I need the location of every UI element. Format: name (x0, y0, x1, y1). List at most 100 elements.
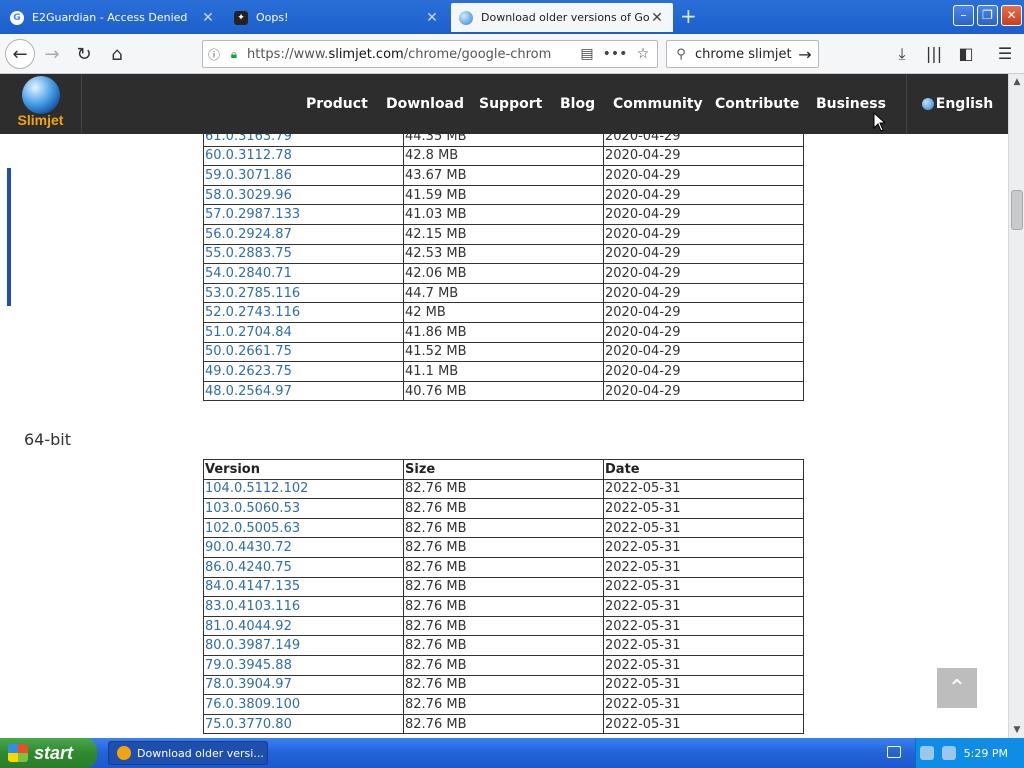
version-download-link[interactable]: 78.0.3904.97 (205, 677, 292, 692)
bookmark-star-icon[interactable]: ☆ (629, 46, 657, 62)
language-label: English (935, 96, 994, 112)
hamburger-menu-icon[interactable]: ☰ (994, 44, 1016, 63)
close-tab-icon[interactable]: ✕ (200, 10, 216, 26)
table-row: 49.0.2623.75 41.1 MB 2020-04-29 (203, 361, 804, 382)
address-bar[interactable]: ⓘ 🔒︎ https://www.slimjet.com/chrome/goog… (202, 40, 658, 68)
scroll-up-arrow-icon[interactable]: ▲ (1009, 74, 1024, 90)
url-text[interactable]: https://www.slimjet.com/chrome/google-ch… (243, 47, 573, 62)
size-cell: 42.15 MB (403, 223, 604, 245)
left-accent-bar (7, 168, 11, 306)
size-cell: 42.8 MB (403, 145, 604, 167)
version-download-link[interactable]: 52.0.2743.116 (205, 305, 300, 320)
version-download-link[interactable]: 59.0.3071.86 (205, 168, 292, 183)
tab-download-older-versions[interactable]: Download older versions of Google ✕ (451, 3, 673, 32)
menu-business[interactable]: Business (816, 96, 886, 112)
table-row: 54.0.2840.71 42.06 MB 2020-04-29 (203, 263, 804, 284)
scroll-down-arrow-icon[interactable]: ▼ (1009, 722, 1024, 738)
close-window-icon[interactable]: ✕ (1001, 5, 1022, 26)
minimize-icon[interactable]: – (953, 5, 974, 26)
version-download-link[interactable]: 50.0.2661.75 (205, 344, 292, 359)
reload-icon[interactable]: ↻ (70, 40, 98, 68)
scrollbar-thumb[interactable] (1011, 190, 1023, 230)
table-header-row: Version Size Date (203, 459, 804, 480)
lock-icon[interactable]: 🔒︎ (225, 47, 243, 62)
version-download-link[interactable]: 90.0.4430.72 (205, 540, 292, 555)
date-cell: 2022-05-31 (603, 615, 804, 637)
size-cell: 82.76 MB (403, 478, 604, 500)
version-cell: 79.0.3945.88 (203, 654, 404, 676)
library-icon[interactable]: ||| (923, 44, 945, 63)
globe-favicon-icon (459, 10, 473, 25)
menu-download[interactable]: Download (386, 96, 464, 112)
forward-arrow-icon[interactable]: → (38, 40, 66, 68)
version-download-link[interactable]: 76.0.3809.100 (205, 697, 300, 712)
info-icon[interactable]: ⓘ (203, 46, 225, 63)
tray-volume-icon[interactable] (941, 746, 956, 760)
menu-support[interactable]: Support (479, 96, 542, 112)
site-logo[interactable]: Slimjet (0, 74, 82, 134)
page-actions-icon[interactable]: ••• (601, 46, 629, 62)
menu-contribute[interactable]: Contribute (715, 96, 799, 112)
version-download-link[interactable]: 55.0.2883.75 (205, 246, 292, 261)
close-tab-icon[interactable]: ✕ (649, 10, 665, 26)
version-download-link[interactable]: 51.0.2704.84 (205, 325, 292, 340)
menu-blog[interactable]: Blog (560, 96, 595, 112)
search-input[interactable]: chrome slimjet (695, 47, 792, 62)
page-content: 61.0.3163.79 44.35 MB 2020-04-29 60.0.3112.… (0, 134, 1008, 738)
page-scrollbar[interactable]: ▲ ▼ (1008, 74, 1024, 738)
date-cell: 2020-04-29 (603, 321, 804, 343)
version-download-link[interactable]: 54.0.2840.71 (205, 266, 292, 281)
search-box[interactable]: ⚲ chrome slimjet → (666, 40, 819, 68)
clock[interactable]: 5:29 PM (964, 747, 1008, 760)
version-download-link[interactable]: 79.0.3945.88 (205, 658, 292, 673)
version-download-link[interactable]: 60.0.3112.78 (205, 148, 292, 163)
table-row: 55.0.2883.75 42.53 MB 2020-04-29 (203, 243, 804, 265)
version-download-link[interactable]: 48.0.2564.97 (205, 384, 292, 399)
tab-oops[interactable]: ✦ Oops! ✕ (226, 3, 448, 32)
date-cell: 2020-04-29 (603, 380, 804, 402)
version-download-link[interactable]: 57.0.2987.133 (205, 207, 300, 222)
scroll-to-top-button[interactable]: ⌃ (937, 668, 977, 708)
tab-e2guardian[interactable]: G E2Guardian - Access Denied ✕ (2, 3, 224, 32)
size-cell: 41.52 MB (403, 341, 604, 363)
version-download-link[interactable]: 53.0.2785.116 (205, 286, 300, 301)
version-download-link[interactable]: 80.0.3987.149 (205, 638, 300, 653)
sidebar-icon[interactable]: ◧ (955, 44, 977, 63)
version-download-link[interactable]: 83.0.4103.116 (205, 599, 300, 614)
google-favicon-icon: G (10, 10, 24, 25)
version-cell: 61.0.3163.79 (203, 134, 404, 147)
menu-product[interactable]: Product (306, 96, 368, 112)
menu-community[interactable]: Community (613, 96, 703, 112)
versions-table-32bit: 61.0.3163.79 44.35 MB 2020-04-29 60.0.3112.… (203, 134, 804, 402)
version-download-link[interactable]: 84.0.4147.135 (205, 579, 300, 594)
table-row: 84.0.4147.135 82.76 MB 2022-05-31 (203, 576, 804, 598)
version-download-link[interactable]: 104.0.5112.102 (205, 481, 308, 496)
table-row: 83.0.4103.116 82.76 MB 2022-05-31 (203, 596, 804, 617)
version-download-link[interactable]: 103.0.5060.53 (205, 501, 300, 516)
reader-view-icon[interactable]: ▤ (573, 46, 601, 62)
back-arrow-icon[interactable]: ← (5, 39, 35, 69)
keyboard-icon[interactable] (887, 746, 901, 758)
version-download-link[interactable]: 58.0.3029.96 (205, 188, 292, 203)
table-row: 50.0.2661.75 41.52 MB 2020-04-29 (203, 341, 804, 363)
size-cell: 82.76 MB (403, 498, 604, 519)
version-download-link[interactable]: 81.0.4044.92 (205, 619, 292, 634)
version-download-link[interactable]: 49.0.2623.75 (205, 364, 292, 379)
search-go-arrow-icon[interactable]: → (792, 45, 818, 64)
tray-network-icon[interactable] (919, 746, 934, 760)
version-download-link[interactable]: 61.0.3163.79 (205, 134, 292, 144)
restore-icon[interactable]: ❐ (977, 5, 998, 26)
version-download-link[interactable]: 86.0.4240.75 (205, 560, 292, 575)
close-tab-icon[interactable]: ✕ (424, 10, 440, 26)
taskbar-item-browser[interactable]: Download older versi... (108, 741, 268, 765)
version-download-link[interactable]: 75.0.3770.80 (205, 717, 292, 732)
home-icon[interactable]: ⌂ (103, 40, 131, 68)
version-cell: 59.0.3071.86 (203, 165, 404, 186)
version-download-link[interactable]: 56.0.2924.87 (205, 227, 292, 242)
new-tab-icon[interactable]: + (680, 4, 697, 28)
table-row: 104.0.5112.102 82.76 MB 2022-05-31 (203, 478, 804, 500)
start-button[interactable]: start (0, 738, 97, 768)
version-download-link[interactable]: 102.0.5005.63 (205, 521, 300, 536)
downloads-icon[interactable]: ⤓ (891, 44, 913, 64)
language-selector[interactable]: English (906, 74, 1008, 134)
